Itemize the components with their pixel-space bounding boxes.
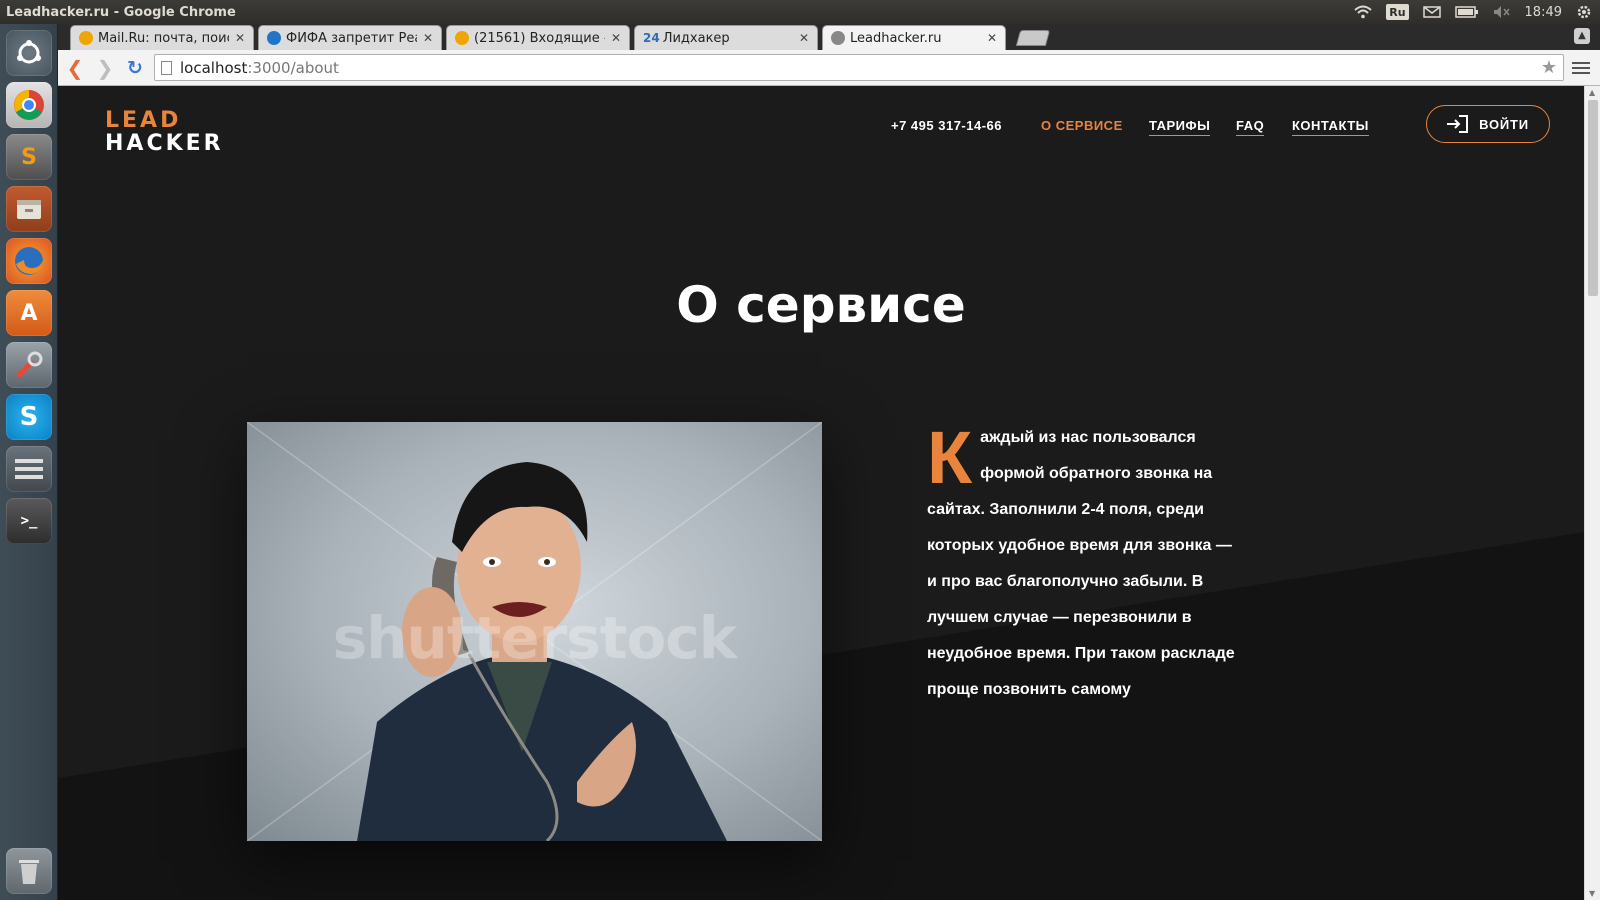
- system-settings-icon[interactable]: [6, 342, 52, 388]
- tab-close-icon[interactable]: ✕: [987, 31, 997, 45]
- stock-watermark: shutterstock: [332, 604, 738, 672]
- url-path: :3000/about: [247, 58, 339, 77]
- site-logo[interactable]: LEAD HACKER: [105, 110, 224, 155]
- phone-link[interactable]: +7 495 317-14-66: [891, 118, 1002, 133]
- back-arrow-icon[interactable]: ❮: [62, 55, 88, 81]
- file-manager-icon[interactable]: [6, 186, 52, 232]
- bookmark-star-icon[interactable]: ★: [1541, 57, 1557, 78]
- terminal-icon[interactable]: >_: [6, 498, 52, 544]
- news-favicon-icon: [267, 31, 281, 45]
- tab-fifa[interactable]: ФИФА запретит Реа ✕: [258, 25, 442, 50]
- about-paragraph: аждый из нас пользовался формой обратног…: [927, 429, 1235, 698]
- address-bar[interactable]: localhost:3000/about ★: [154, 54, 1564, 81]
- window-title: Leadhacker.ru - Google Chrome: [6, 4, 236, 20]
- tab-close-icon[interactable]: ✕: [799, 31, 809, 45]
- page-viewport: LEAD HACKER +7 495 317-14-66 О СЕРВИСЕ Т…: [58, 86, 1584, 900]
- sublime-text-icon[interactable]: S: [6, 134, 52, 180]
- trash-icon[interactable]: [6, 848, 52, 894]
- browser-toolbar: ❮ ❯ ↻ localhost:3000/about ★: [58, 50, 1600, 86]
- tab-strip: Mail.Ru: почта, поис ✕ ФИФА запретит Реа…: [58, 24, 1600, 50]
- chrome-menu-icon[interactable]: [1572, 59, 1590, 77]
- page-title: О сервисе: [676, 276, 966, 334]
- scroll-up-arrow-icon[interactable]: ▲: [1589, 88, 1595, 97]
- scroll-down-arrow-icon[interactable]: ▼: [1589, 889, 1595, 898]
- leadhacker-favicon-icon: [831, 31, 845, 45]
- mailru-favicon-icon: [79, 31, 93, 45]
- clock[interactable]: 18:49: [1525, 5, 1562, 20]
- indicator-area: Ru 18:49: [1354, 4, 1600, 20]
- dash-icon[interactable]: [6, 30, 52, 76]
- tab-mailru[interactable]: Mail.Ru: почта, поис ✕: [70, 25, 254, 50]
- new-tab-button[interactable]: [1015, 30, 1051, 46]
- battery-icon[interactable]: [1454, 6, 1479, 18]
- nav-about[interactable]: О СЕРВИСЕ: [1041, 118, 1123, 133]
- dropcap-letter: К: [927, 416, 973, 499]
- software-center-icon[interactable]: A: [6, 290, 52, 336]
- profile-icon[interactable]: ▲: [1574, 28, 1590, 44]
- page-icon: [161, 60, 172, 75]
- page-scrollbar[interactable]: ▲ ▼: [1584, 86, 1600, 900]
- unity-launcher: S A S >_: [0, 24, 58, 900]
- tab-leadhacker[interactable]: Leadhacker.ru ✕: [822, 25, 1006, 50]
- top-panel: Leadhacker.ru - Google Chrome Ru 18:49: [0, 0, 1600, 24]
- skype-icon[interactable]: S: [6, 394, 52, 440]
- stock-photo: shutterstock: [247, 422, 822, 841]
- tab-lidhaker[interactable]: 24 Лидхакер ✕: [634, 25, 818, 50]
- tab-close-icon[interactable]: ✕: [423, 31, 433, 45]
- tab-close-icon[interactable]: ✕: [611, 31, 621, 45]
- mail-icon[interactable]: [1422, 6, 1441, 18]
- login-button[interactable]: ВОЙТИ: [1426, 105, 1550, 143]
- chrome-icon[interactable]: [6, 82, 52, 128]
- reload-icon[interactable]: ↻: [122, 55, 148, 81]
- about-text: К аждый из нас пользовался формой обратн…: [927, 420, 1237, 708]
- nav-contacts[interactable]: КОНТАКТЫ: [1292, 118, 1369, 136]
- session-gear-icon[interactable]: [1576, 4, 1592, 20]
- tab-close-icon[interactable]: ✕: [235, 31, 245, 45]
- url-host: localhost: [180, 58, 248, 77]
- login-icon: [1447, 115, 1469, 133]
- wifi-icon[interactable]: [1354, 5, 1372, 19]
- mail-favicon-icon: [455, 31, 469, 45]
- nav-tariffs[interactable]: ТАРИФЫ: [1149, 118, 1211, 136]
- tab-inbox[interactable]: (21561) Входящие - ✕: [446, 25, 630, 50]
- lidhaker-favicon-icon: 24: [643, 31, 660, 45]
- forward-arrow-icon[interactable]: ❯: [92, 55, 118, 81]
- login-label: ВОЙТИ: [1479, 116, 1529, 132]
- scrollbar-thumb[interactable]: [1588, 100, 1598, 296]
- workspaces-icon[interactable]: [6, 446, 52, 492]
- nav-faq[interactable]: FAQ: [1236, 118, 1265, 136]
- keyboard-layout-indicator[interactable]: Ru: [1386, 4, 1409, 20]
- volume-muted-icon[interactable]: [1493, 5, 1511, 19]
- firefox-icon[interactable]: [6, 238, 52, 284]
